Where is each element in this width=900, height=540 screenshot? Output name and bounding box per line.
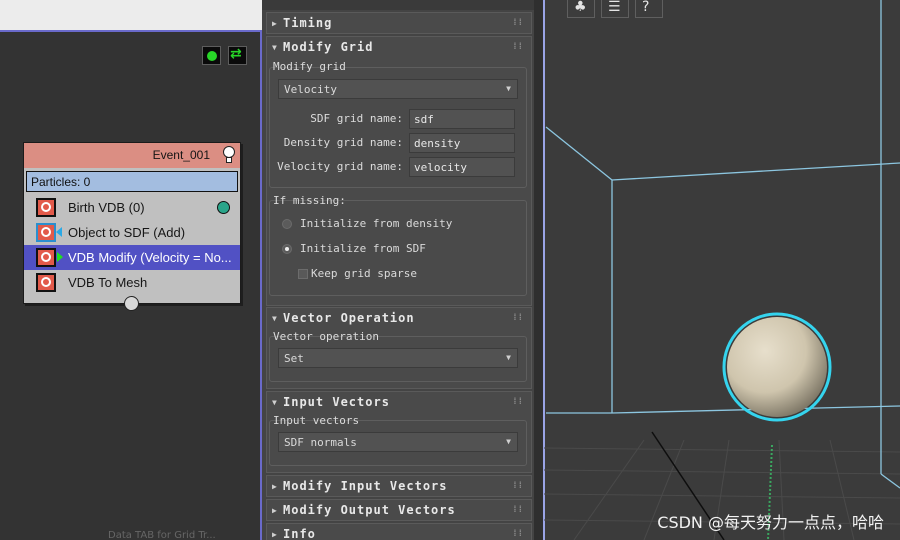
keep-sparse-checkbox[interactable] — [298, 269, 308, 279]
sdf-grid-label: SDF grid name: — [310, 112, 403, 125]
event-title: Event_001 — [152, 148, 210, 162]
expand-triangle-icon: ▶ — [272, 506, 278, 515]
rollout-title: Modify Output Vectors — [283, 503, 456, 517]
chevron-down-icon: ▼ — [506, 437, 511, 446]
checkbox-label: Keep grid sparse — [311, 267, 417, 280]
drag-grip-icon[interactable]: ⁞⁞ — [512, 529, 523, 539]
expand-triangle-icon: ▶ — [272, 482, 278, 491]
velocity-grid-field[interactable]: velocity — [409, 157, 515, 177]
birth-operator-icon — [36, 198, 56, 217]
drag-grip-icon[interactable]: ⁞⁞ — [512, 18, 523, 28]
rollout-header[interactable]: ▶ Timing ⁞⁞ — [267, 13, 531, 34]
density-grid-label: Density grid name: — [283, 136, 403, 149]
rollout-header[interactable]: ▶ Modify Input Vectors ⁞⁞ — [267, 476, 531, 497]
watermark-text: CSDN @每天努力一点点，哈哈 — [657, 513, 884, 532]
viewport-scene — [543, 0, 900, 540]
dropdown-value: Set — [284, 352, 304, 365]
green-dot-icon — [207, 51, 217, 61]
rollout-header[interactable]: ▼ Modify Grid ⁞⁞ — [267, 37, 531, 58]
event-title-bar[interactable]: Event_001 — [24, 143, 240, 168]
chevron-down-icon: ▼ — [506, 353, 511, 362]
rollout-title: Input Vectors — [283, 395, 390, 409]
rollout-title: Timing — [283, 16, 333, 30]
event-output-port[interactable] — [124, 296, 139, 311]
sdf-operator-icon — [36, 223, 56, 242]
expand-triangle-icon: ▶ — [272, 19, 278, 28]
rollout-title: Vector Operation — [283, 311, 415, 325]
rollout-panel: ▶ Timing ⁞⁞ ▼ Modify Grid ⁞⁞ Modify grid… — [262, 10, 534, 540]
input-arrow-icon — [56, 227, 62, 237]
group-label: Vector operation — [273, 330, 379, 343]
lightbulb-icon[interactable] — [222, 146, 236, 164]
drag-grip-icon[interactable]: ⁞⁞ — [512, 42, 523, 52]
group-label: If missing: — [273, 194, 346, 207]
event-node[interactable]: Event_001 Particles: 0 Birth VDB (0) Obj… — [23, 142, 241, 311]
input-vectors-dropdown[interactable]: SDF normals ▼ — [278, 432, 518, 452]
sdf-grid-field[interactable]: sdf — [409, 109, 515, 129]
grid-bounding-box — [545, 0, 900, 489]
perspective-viewport[interactable]: ♣ ☰ ? CSDN @每天努力一点点，哈哈 — [534, 0, 900, 540]
vector-operation-dropdown[interactable]: Set ▼ — [278, 348, 518, 368]
drag-grip-icon[interactable]: ⁞⁞ — [512, 313, 523, 323]
output-port[interactable] — [217, 201, 230, 214]
drag-grip-icon[interactable]: ⁞⁞ — [512, 397, 523, 407]
dropdown-value: SDF normals — [284, 436, 357, 449]
drag-grip-icon[interactable]: ⁞⁞ — [512, 505, 523, 515]
operator-vdb-to-mesh[interactable]: VDB To Mesh — [24, 270, 240, 295]
group-label: Input vectors — [273, 414, 360, 427]
operator-label: VDB To Mesh — [68, 275, 148, 290]
collapse-triangle-icon: ▼ — [272, 43, 278, 52]
density-grid-field[interactable]: density — [409, 133, 515, 153]
collapse-triangle-icon: ▼ — [272, 398, 278, 407]
graph-faint-text: Data TAB for Grid Tr... — [108, 530, 216, 540]
rollout-header[interactable]: ▼ Input Vectors ⁞⁞ — [267, 392, 531, 413]
particle-flow-graph[interactable]: ⇄ Event_001 Particles: 0 Birth VDB (0) O… — [0, 0, 262, 540]
particle-count: Particles: 0 — [26, 171, 238, 192]
dropdown-value: Velocity — [284, 83, 337, 96]
operator-label: Object to SDF (Add) — [68, 225, 186, 240]
operator-vdb-modify[interactable]: VDB Modify (Velocity = No... — [24, 245, 240, 270]
rollout-modify-input-vectors[interactable]: ▶ Modify Input Vectors ⁞⁞ — [266, 475, 532, 497]
rollout-title: Modify Grid — [283, 40, 374, 54]
radio-label: Initialize from density — [300, 217, 453, 230]
enable-event-button[interactable] — [202, 46, 221, 65]
drag-grip-icon[interactable]: ⁞⁞ — [512, 481, 523, 491]
output-arrow-icon — [57, 252, 63, 262]
grid-mode-dropdown[interactable]: Velocity ▼ — [278, 79, 518, 99]
rollout-modify-output-vectors[interactable]: ▶ Modify Output Vectors ⁞⁞ — [266, 499, 532, 521]
rollout-modify-grid[interactable]: ▼ Modify Grid ⁞⁞ Modify grid Velocity ▼ … — [266, 36, 532, 306]
chevron-down-icon: ▼ — [506, 84, 511, 93]
refresh-icon: ⇄ — [230, 46, 242, 62]
rollout-timing[interactable]: ▶ Timing ⁞⁞ — [266, 12, 532, 34]
radio-label: Initialize from SDF — [300, 242, 426, 255]
radio-init-sdf[interactable] — [282, 244, 292, 254]
rollout-header[interactable]: ▶ Info ⁞⁞ — [267, 524, 531, 540]
refresh-button[interactable]: ⇄ — [228, 46, 247, 65]
modify-operator-icon — [36, 248, 56, 267]
rollout-input-vectors[interactable]: ▼ Input Vectors ⁞⁞ Input vectors SDF nor… — [266, 391, 532, 473]
rollout-info[interactable]: ▶ Info ⁞⁞ — [266, 523, 532, 540]
rollout-title: Modify Input Vectors — [283, 479, 448, 493]
mesh-operator-icon — [36, 273, 56, 292]
rollout-title: Info — [283, 527, 316, 540]
velocity-grid-label: Velocity grid name: — [277, 160, 403, 173]
expand-triangle-icon: ▶ — [272, 530, 278, 539]
group-label: Modify grid — [273, 60, 346, 73]
operator-label: Birth VDB (0) — [68, 200, 145, 215]
operator-object-to-sdf[interactable]: Object to SDF (Add) — [24, 220, 240, 245]
rollout-header[interactable]: ▶ Modify Output Vectors ⁞⁞ — [267, 500, 531, 521]
radio-init-density[interactable] — [282, 219, 292, 229]
rollout-vector-operation[interactable]: ▼ Vector Operation ⁞⁞ Vector operation S… — [266, 307, 532, 389]
graph-header-strip — [0, 0, 262, 30]
sphere-mesh[interactable] — [727, 317, 827, 417]
rollout-header[interactable]: ▼ Vector Operation ⁞⁞ — [267, 308, 531, 329]
operator-label: VDB Modify (Velocity = No... — [68, 250, 232, 265]
operator-birth-vdb[interactable]: Birth VDB (0) — [24, 195, 240, 220]
collapse-triangle-icon: ▼ — [272, 314, 278, 323]
